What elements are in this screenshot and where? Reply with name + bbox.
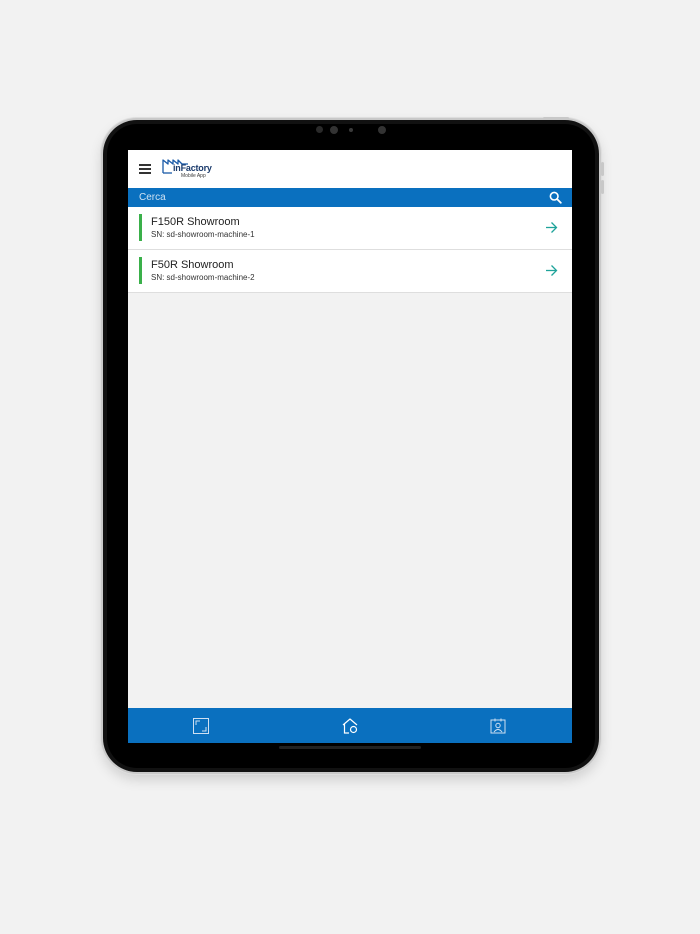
app-screen: inFactory Mobile App F150R Showroom SN: … xyxy=(128,150,572,743)
machine-name: F150R Showroom xyxy=(151,216,240,228)
status-indicator xyxy=(139,257,142,284)
home-indicator xyxy=(279,746,421,749)
infactory-logo: inFactory Mobile App xyxy=(162,156,222,182)
machine-list: F150R Showroom SN: sd-showroom-machine-1… xyxy=(128,207,572,293)
volume-up-button xyxy=(601,162,604,176)
scan-icon[interactable] xyxy=(192,717,210,735)
app-header: inFactory Mobile App xyxy=(128,150,572,188)
arrow-right-icon[interactable] xyxy=(545,221,558,234)
logo-title: inFactory xyxy=(173,163,212,173)
camera-lens xyxy=(330,126,338,134)
sensor-dot xyxy=(316,126,323,133)
search-input[interactable] xyxy=(128,188,539,207)
logo-subtitle: Mobile App xyxy=(181,173,206,179)
machine-name: F50R Showroom xyxy=(151,259,234,271)
search-bar xyxy=(128,188,572,207)
contacts-icon[interactable] xyxy=(489,717,507,735)
sensor-dot xyxy=(349,128,353,132)
hamburger-menu-icon[interactable] xyxy=(139,164,151,174)
machine-serial: SN: sd-showroom-machine-1 xyxy=(151,230,255,239)
search-icon[interactable] xyxy=(549,191,562,204)
bottom-navigation xyxy=(128,708,572,743)
status-indicator xyxy=(139,214,142,241)
power-button xyxy=(543,117,569,120)
list-item[interactable]: F50R Showroom SN: sd-showroom-machine-2 xyxy=(128,250,572,293)
arrow-right-icon[interactable] xyxy=(545,264,558,277)
volume-down-button xyxy=(601,180,604,194)
camera-lens xyxy=(378,126,386,134)
list-item[interactable]: F150R Showroom SN: sd-showroom-machine-1 xyxy=(128,207,572,250)
home-icon[interactable] xyxy=(341,717,359,735)
machine-serial: SN: sd-showroom-machine-2 xyxy=(151,273,255,282)
